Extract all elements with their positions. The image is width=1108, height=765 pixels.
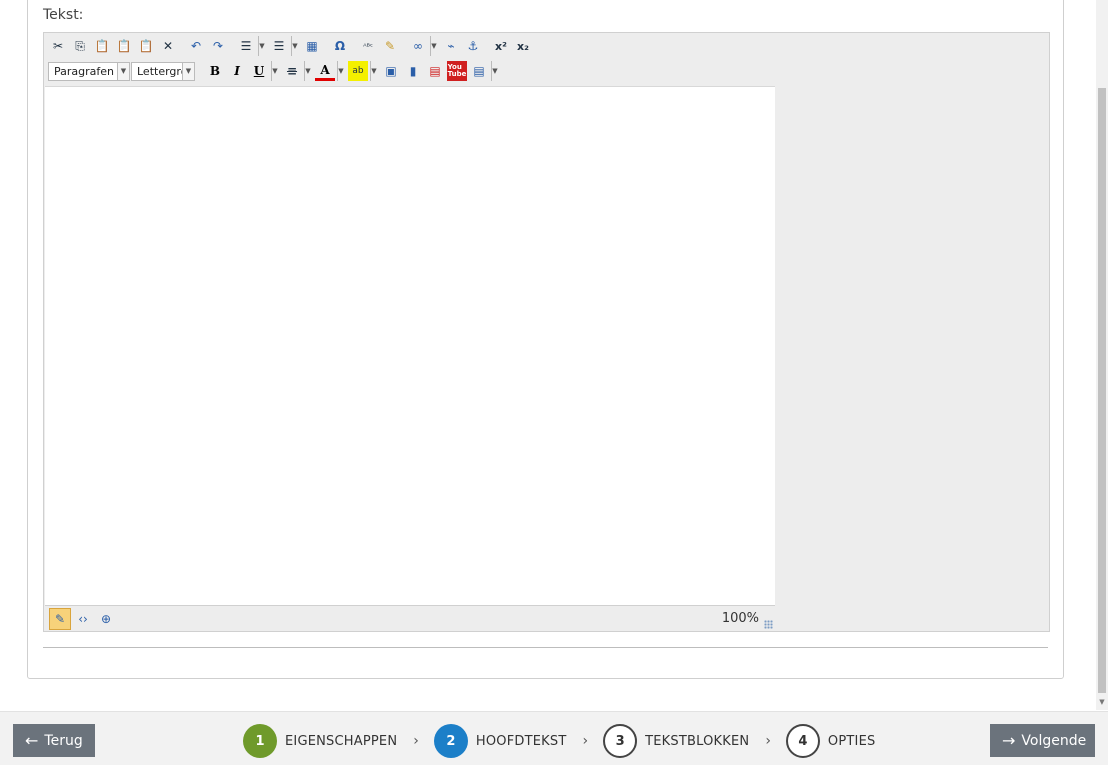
- redo-icon[interactable]: ↷: [208, 36, 228, 56]
- strikethrough-dropdown[interactable]: ▼: [304, 61, 311, 81]
- chevron-right-icon: ›: [582, 733, 589, 749]
- subscript-icon[interactable]: x₂: [513, 36, 533, 56]
- chevron-right-icon: ›: [765, 733, 771, 749]
- highlight-color-icon[interactable]: ab: [348, 61, 368, 81]
- back-button-label: Terug: [44, 732, 83, 749]
- special-char-icon[interactable]: Ω: [330, 36, 350, 56]
- step-4-number: 4: [785, 724, 820, 758]
- page-scrollbar[interactable]: ▼: [1096, 0, 1108, 710]
- copy-icon[interactable]: ⎘: [70, 36, 90, 56]
- italic-button[interactable]: I: [227, 61, 247, 81]
- code-view-icon[interactable]: ‹›: [72, 608, 94, 630]
- link-dropdown[interactable]: ▼: [430, 36, 437, 56]
- font-size-select[interactable]: Lettergrootte ▼: [131, 61, 195, 81]
- arrow-right-icon: →: [1002, 731, 1016, 750]
- next-button[interactable]: → Volgende: [990, 724, 1095, 757]
- divider: [43, 647, 1048, 648]
- resize-grip-icon[interactable]: [764, 620, 773, 629]
- anchor-icon[interactable]: ⚓: [463, 36, 483, 56]
- step-3[interactable]: 3 TEKSTBLOKKEN: [603, 724, 749, 758]
- chevron-right-icon: ›: [413, 733, 419, 749]
- underline-button[interactable]: U: [249, 61, 269, 81]
- strikethrough-icon[interactable]: ≡: [282, 61, 302, 81]
- rich-text-editor: ✂ ⎘ 📋 📋 📋 ✕ ↶ ↷ ☰ ▼ ☰ ▼ ▦ Ω ᴬᴮᶜ ✎ ∞ ▼ ⌁ …: [43, 32, 1050, 632]
- font-color-dropdown[interactable]: ▼: [337, 61, 344, 81]
- format-painter-icon[interactable]: ✎: [380, 36, 400, 56]
- step-4-label: OPTIES: [827, 733, 876, 749]
- step-2[interactable]: 2 HOOFDTEKST: [433, 724, 567, 758]
- zoom-level[interactable]: 100%: [722, 611, 759, 626]
- step-1[interactable]: 1 EIGENSCHAPPEN: [243, 724, 397, 758]
- ordered-list-dropdown[interactable]: ▼: [258, 36, 265, 56]
- editor-content-area[interactable]: [45, 86, 775, 605]
- text-field-label: Tekst:: [43, 7, 84, 23]
- paste-text-icon[interactable]: 📋: [114, 36, 134, 56]
- font-color-icon[interactable]: A: [315, 61, 335, 81]
- remove-format-icon[interactable]: ✕: [158, 36, 178, 56]
- wizard-footer: ← Terug 1 EIGENSCHAPPEN › 2 HOOFDTEKST ›…: [0, 711, 1108, 765]
- undo-icon[interactable]: ↶: [186, 36, 206, 56]
- step-2-label: HOOFDTEKST: [475, 733, 567, 749]
- pencil-icon[interactable]: ✎: [49, 608, 71, 630]
- template-icon[interactable]: ▤: [469, 61, 489, 81]
- arrow-left-icon: ←: [25, 731, 39, 750]
- chevron-down-icon: ▼: [117, 62, 129, 80]
- underline-dropdown[interactable]: ▼: [271, 61, 278, 81]
- video-icon[interactable]: ▮: [403, 61, 423, 81]
- step-2-number: 2: [433, 724, 468, 758]
- editor-toolbar-row-2: Paragrafen ▼ Lettergrootte ▼ B I U ▼ ≡ ▼…: [48, 60, 502, 82]
- paste-word-icon[interactable]: 📋: [136, 36, 156, 56]
- table-icon[interactable]: ▦: [302, 36, 322, 56]
- step-4[interactable]: 4 OPTIES: [785, 724, 876, 758]
- template-dropdown[interactable]: ▼: [491, 61, 498, 81]
- unordered-list-dropdown[interactable]: ▼: [291, 36, 298, 56]
- unordered-list-icon[interactable]: ☰: [269, 36, 289, 56]
- next-button-label: Volgende: [1021, 732, 1087, 749]
- spellcheck-icon[interactable]: ᴬᴮᶜ: [358, 36, 378, 56]
- youtube-icon[interactable]: You Tube: [447, 61, 467, 81]
- superscript-icon[interactable]: x²: [491, 36, 511, 56]
- link-icon[interactable]: ∞: [408, 36, 428, 56]
- paragraph-format-value: Paragrafen: [54, 64, 115, 78]
- step-1-label: EIGENSCHAPPEN: [285, 733, 398, 749]
- unlink-icon[interactable]: ⌁: [441, 36, 461, 56]
- paragraph-format-select[interactable]: Paragrafen ▼: [48, 61, 130, 81]
- bold-button[interactable]: B: [205, 61, 225, 81]
- step-3-number: 3: [603, 724, 638, 758]
- step-1-number: 1: [243, 724, 277, 758]
- scrollbar-thumb[interactable]: [1098, 88, 1106, 693]
- editor-toolbar-row-1: ✂ ⎘ 📋 📋 📋 ✕ ↶ ↷ ☰ ▼ ☰ ▼ ▦ Ω ᴬᴮᶜ ✎ ∞ ▼ ⌁ …: [48, 35, 535, 57]
- ordered-list-icon[interactable]: ☰: [236, 36, 256, 56]
- back-button[interactable]: ← Terug: [13, 724, 95, 757]
- wizard-steps: 1 EIGENSCHAPPEN › 2 HOOFDTEKST › 3 TEKST…: [243, 724, 875, 758]
- image-icon[interactable]: ▣: [381, 61, 401, 81]
- pdf-icon[interactable]: ▤: [425, 61, 445, 81]
- zoom-icon[interactable]: ⊕: [95, 608, 117, 630]
- step-3-label: TEKSTBLOKKEN: [645, 733, 750, 749]
- scroll-down-icon[interactable]: ▼: [1098, 698, 1106, 706]
- chevron-down-icon: ▼: [182, 62, 194, 80]
- highlight-color-dropdown[interactable]: ▼: [370, 61, 377, 81]
- editor-status-bar: ✎ ‹› ⊕ 100%: [45, 605, 775, 631]
- paste-icon[interactable]: 📋: [92, 36, 112, 56]
- cut-icon[interactable]: ✂: [48, 36, 68, 56]
